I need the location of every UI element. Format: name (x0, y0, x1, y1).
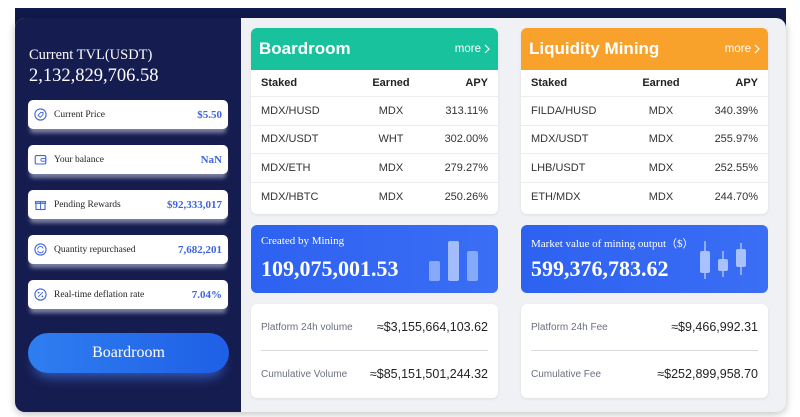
more-label: more (454, 43, 481, 55)
stat-value: $92,333,017 (167, 198, 222, 211)
apy-cell: 252.55% (714, 161, 758, 174)
cumulative-volume-value: ≈$85,151,501,244.32 (369, 367, 488, 381)
column-header: Earned (642, 77, 680, 89)
bar-chart-icon (429, 241, 478, 281)
fee-stats-card: Platform 24h Fee ≈$9,466,992.31 Cumulati… (521, 304, 768, 398)
table-row[interactable]: MDX/USDT WHT 302.00% (251, 126, 498, 154)
apy-cell: 302.00% (444, 133, 488, 146)
liquidity-title: Liquidity Mining (529, 39, 660, 58)
earned-cell: WHT (378, 133, 404, 146)
stat-value: 7,682,201 (178, 243, 222, 256)
table-header: Staked Earned APY (521, 70, 768, 97)
column-header: Staked (261, 77, 298, 89)
column-header: APY (465, 77, 488, 89)
market-value-banner: Market value of mining output（$） 599,376… (521, 225, 768, 293)
apy-cell: 250.26% (444, 190, 488, 203)
wallet-icon (34, 153, 47, 166)
stat-your-balance: Your balance NaN (28, 145, 228, 174)
percent-icon (34, 288, 47, 301)
apy-cell: 340.39% (714, 104, 758, 117)
earned-cell: MDX (378, 104, 404, 117)
cumulative-volume-row: Cumulative Volume ≈$85,151,501,244.32 (261, 351, 488, 397)
column-header: Earned (372, 77, 410, 89)
tvl-panel: Current TVL(USDT) 2,132,829,706.58 Curre… (15, 18, 241, 412)
volume-stats-card: Platform 24h volume ≈$3,155,664,103.62 C… (251, 304, 498, 398)
gift-icon (34, 198, 47, 211)
stat-current-price: Current Price $5.50 (28, 100, 228, 129)
stat-label: Current Price (54, 109, 105, 120)
earned-cell: MDX (648, 133, 674, 146)
earned-cell: MDX (378, 190, 404, 203)
stat-label: Real-time deflation rate (54, 289, 145, 300)
stat-value: 7.04% (191, 288, 222, 301)
boardroom-button[interactable]: Boardroom (28, 333, 229, 373)
liquidity-more-link[interactable]: more (725, 43, 760, 55)
stat-value: $5.50 (197, 108, 222, 121)
chevron-right-icon (754, 44, 760, 54)
earned-cell: MDX (648, 190, 674, 203)
mining-value: 109,075,001.53 (261, 256, 399, 281)
platform-volume-value: ≈$3,155,664,103.62 (376, 320, 488, 334)
tvl-label: Current TVL(USDT) (29, 47, 153, 63)
stat-quantity-repurchased: Quantity repurchased 7,682,201 (28, 235, 228, 264)
stat-deflation-rate: Real-time deflation rate 7.04% (28, 280, 228, 309)
chevron-right-icon (484, 44, 490, 54)
table-row[interactable]: MDX/HBTC MDX 250.26% (251, 183, 498, 212)
price-tag-icon (34, 108, 47, 121)
apy-cell: 279.27% (444, 161, 488, 174)
staked-cell: MDX/HBTC (261, 190, 319, 203)
platform-volume-label: Platform 24h volume (261, 321, 353, 333)
liquidity-mining-card: Liquidity Mining more Staked Earned APY … (521, 28, 768, 214)
boardroom-title: Boardroom (259, 39, 351, 58)
platform-fee-row: Platform 24h Fee ≈$9,466,992.31 (531, 304, 758, 350)
staked-cell: FILDA/HUSD (531, 104, 597, 117)
table-header: Staked Earned APY (251, 70, 498, 97)
cumulative-fee-label: Cumulative Fee (531, 368, 602, 380)
stat-label: Your balance (54, 154, 104, 165)
earned-cell: MDX (648, 104, 674, 117)
table-row[interactable]: LHB/USDT MDX 252.55% (521, 154, 768, 183)
cumulative-volume-label: Cumulative Volume (261, 368, 348, 380)
tvl-value: 2,132,829,706.58 (29, 66, 159, 86)
table-row[interactable]: MDX/ETH MDX 279.27% (251, 154, 498, 183)
platform-volume-row: Platform 24h volume ≈$3,155,664,103.62 (261, 304, 488, 350)
earned-cell: MDX (378, 161, 404, 174)
repurchase-icon (34, 243, 47, 256)
boardroom-more-link[interactable]: more (455, 43, 490, 55)
liquidity-header: Liquidity Mining more (521, 28, 768, 70)
cumulative-fee-value: ≈$252,899,958.70 (657, 367, 758, 381)
earned-cell: MDX (648, 161, 674, 174)
staked-cell: MDX/HUSD (261, 104, 320, 117)
platform-fee-value: ≈$9,466,992.31 (671, 320, 758, 334)
staked-cell: ETH/MDX (531, 190, 581, 203)
market-caption: Market value of mining output（$） (531, 238, 694, 250)
market-value: 599,376,783.62 (531, 256, 669, 281)
created-by-mining-banner: Created by Mining 109,075,001.53 (251, 225, 498, 293)
apy-cell: 313.11% (445, 104, 488, 117)
cumulative-fee-row: Cumulative Fee ≈$252,899,958.70 (531, 351, 758, 397)
stat-label: Quantity repurchased (54, 244, 136, 255)
platform-fee-label: Platform 24h Fee (531, 321, 608, 333)
candlestick-icon (700, 241, 746, 279)
apy-cell: 244.70% (714, 190, 758, 203)
column-header: APY (735, 77, 758, 89)
more-label: more (724, 43, 751, 55)
table-row[interactable]: ETH/MDX MDX 244.70% (521, 183, 768, 212)
apy-cell: 255.97% (714, 133, 758, 146)
boardroom-card: Boardroom more Staked Earned APY MDX/HUS… (251, 28, 498, 214)
table-row[interactable]: MDX/USDT MDX 255.97% (521, 126, 768, 154)
dashboard: Current TVL(USDT) 2,132,829,706.58 Curre… (15, 18, 786, 412)
stat-label: Pending Rewards (54, 199, 121, 210)
column-header: Staked (531, 77, 568, 89)
mining-caption: Created by Mining (261, 235, 345, 247)
boardroom-header: Boardroom more (251, 28, 498, 70)
stat-pending-rewards: Pending Rewards $92,333,017 (28, 190, 228, 219)
table-row[interactable]: MDX/HUSD MDX 313.11% (251, 97, 498, 126)
table-row[interactable]: FILDA/HUSD MDX 340.39% (521, 97, 768, 126)
staked-cell: LHB/USDT (531, 161, 586, 174)
staked-cell: MDX/ETH (261, 161, 311, 174)
staked-cell: MDX/USDT (261, 133, 319, 146)
stat-value: NaN (200, 153, 222, 166)
staked-cell: MDX/USDT (531, 133, 589, 146)
